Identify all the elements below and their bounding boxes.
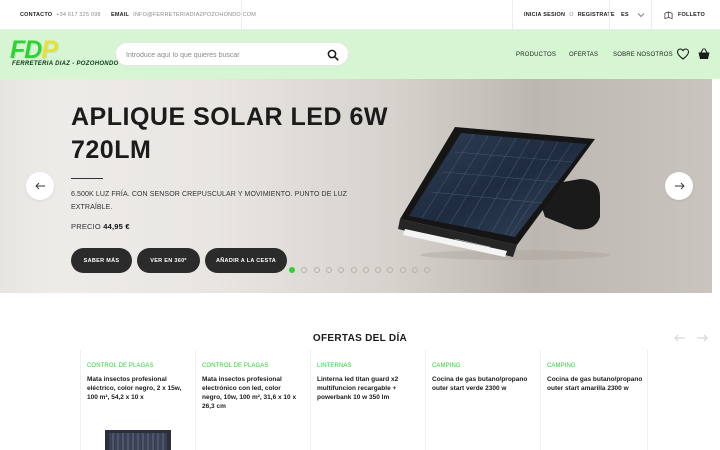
divider (609, 0, 610, 30)
divider (651, 0, 652, 30)
offer-category[interactable]: CONTROL DE PLAGAS (202, 363, 269, 369)
slider-dot[interactable] (399, 267, 406, 273)
slider-dot[interactable] (350, 267, 357, 273)
offers-next-arrow[interactable] (696, 333, 708, 343)
offer-name[interactable]: Mata insectos profesional electrónico co… (202, 375, 298, 411)
offers-prev-arrow[interactable] (674, 333, 686, 343)
nav-about-us[interactable]: SOBRE NOSOTROS (613, 52, 673, 58)
nav-offers[interactable]: OFERTAS (569, 52, 598, 58)
main-header: FDP FERRETERIA DIAZ - POZOHONDO PRODUCTO… (0, 30, 720, 79)
card-divider (647, 350, 648, 450)
logo-mark: FDP (10, 36, 58, 64)
slider-dot[interactable] (387, 267, 394, 273)
search-input[interactable] (126, 47, 322, 63)
scroll-gutter (712, 79, 720, 293)
title-divider (71, 178, 103, 179)
offer-card[interactable]: CONTROL DE PLAGAS Mata insectos profesio… (80, 350, 187, 450)
slider-dot[interactable] (375, 267, 382, 273)
slider-dot[interactable] (313, 267, 320, 273)
offer-card[interactable]: LINTERNAS Linterna led titan guard x2 mu… (310, 350, 417, 450)
view-360-button[interactable]: VER EN 360º (137, 248, 200, 273)
account-links: INICIA SESION O REGISTRATE (524, 0, 615, 30)
slider-dot[interactable] (338, 267, 345, 273)
next-slide-button[interactable] (665, 172, 693, 200)
offer-name[interactable]: Linterna led titan guard x2 multifuncion… (317, 375, 413, 402)
hero-price: PRECIO 44,95 € (71, 222, 130, 231)
top-bar: CONTACTO +34 617 325 098 EMAIL INFO@FERR… (0, 0, 720, 30)
or-text: O (569, 12, 574, 18)
email-address[interactable]: INFO@FERRETERIADIAZPOZOHONDO.COM (133, 12, 256, 18)
slider-dot[interactable] (412, 267, 418, 273)
hero-description: 6.500K LUZ FRÍA. CON SENSOR CREPUSCULAR … (71, 191, 348, 211)
arrow-right-icon (674, 182, 685, 190)
language-selector[interactable]: ES (621, 0, 645, 30)
search-bar (115, 42, 349, 66)
search-icon[interactable] (327, 49, 339, 61)
offer-card[interactable]: CAMPING Cocina de gas butano/propano out… (540, 350, 647, 450)
chevron-down-icon (637, 13, 645, 18)
slider-dot[interactable] (301, 267, 308, 273)
offer-card[interactable]: CAMPING Cocina de gas butano/propano out… (425, 350, 532, 450)
brochure-label: FOLLETO (678, 12, 705, 18)
slider-dot[interactable] (289, 267, 295, 273)
divider (241, 0, 242, 30)
store-logo[interactable]: FDP FERRETERIA DIAZ - POZOHONDO (10, 36, 118, 72)
offer-name[interactable]: Cocina de gas butano/propano outer start… (547, 375, 643, 393)
basket-icon[interactable] (697, 47, 711, 61)
offers-title: OFERTAS DEL DÍA (312, 333, 408, 344)
login-link[interactable]: INICIA SESION (524, 12, 565, 18)
slider-dot[interactable] (362, 267, 369, 273)
contact-info: CONTACTO +34 617 325 098 (20, 0, 101, 30)
offer-name[interactable]: Mata insectos profesional eléctrico, col… (87, 375, 183, 402)
offer-name[interactable]: Cocina de gas butano/propano outer start… (432, 375, 528, 393)
offer-category[interactable]: CAMPING (547, 363, 576, 369)
email-info: EMAIL INFO@FERRETERIADIAZPOZOHONDO.COM (111, 0, 256, 30)
add-to-cart-button[interactable]: AÑADIR A LA CESTA (205, 248, 287, 273)
slider-dot[interactable] (325, 267, 332, 273)
learn-more-button[interactable]: SABER MÁS (71, 248, 132, 273)
language-value: ES (621, 12, 629, 18)
offer-category[interactable]: LINTERNAS (317, 363, 352, 369)
offer-category[interactable]: CONTROL DE PLAGAS (87, 363, 154, 369)
nav-products[interactable]: PRODUCTOS (516, 52, 556, 58)
divider (512, 0, 513, 30)
offer-card[interactable]: CONTROL DE PLAGAS Mata insectos profesio… (195, 350, 302, 450)
logo-subtitle: FERRETERIA DIAZ - POZOHONDO (12, 61, 119, 67)
brochure-link[interactable]: FOLLETO (664, 0, 705, 30)
price-label: PRECIO (71, 222, 101, 231)
email-label: EMAIL (111, 12, 130, 18)
brochure-icon (664, 11, 673, 19)
prev-slide-button[interactable] (26, 172, 54, 200)
hero-slider: APLIQUE SOLAR LED 6W 720LM 6.500K LUZ FR… (0, 79, 712, 293)
price-value: 44,95 € (103, 222, 130, 231)
contact-label: CONTACTO (20, 12, 53, 18)
offer-category[interactable]: CAMPING (432, 363, 461, 369)
slider-dot[interactable] (424, 267, 431, 273)
bug-zapper-image (105, 430, 171, 450)
solar-lamp-image (398, 127, 610, 260)
arrow-left-icon (34, 182, 45, 190)
hero-title: APLIQUE SOLAR LED 6W 720LM (71, 103, 388, 164)
heart-icon[interactable] (676, 47, 690, 61)
contact-phone[interactable]: +34 617 325 098 (56, 12, 100, 18)
